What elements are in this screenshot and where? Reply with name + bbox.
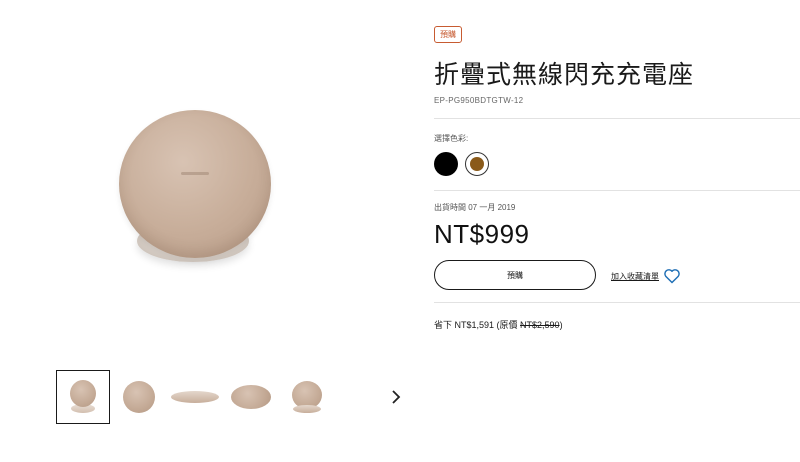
original-price: NT$2,590	[520, 320, 560, 330]
color-swatch-black[interactable]	[434, 152, 458, 176]
product-price: NT$999	[434, 219, 530, 249]
main-product-image	[105, 92, 285, 282]
wishlist-label: 加入收藏清單	[611, 271, 659, 281]
thumbnail-1[interactable]	[56, 370, 110, 424]
color-selector-label: 選擇色彩:	[434, 134, 469, 143]
charger-pad-shape	[119, 110, 271, 258]
preorder-badge: 預購	[434, 26, 462, 43]
preorder-button[interactable]: 預購	[434, 260, 596, 290]
thumbnail-image	[171, 391, 219, 403]
thumbnail-4[interactable]	[224, 370, 278, 424]
color-swatch-gold[interactable]	[465, 152, 489, 176]
thumbnail-image	[123, 381, 155, 413]
thumbnail-image	[289, 381, 325, 413]
thumbnail-image	[231, 385, 271, 409]
thumbnail-image	[68, 380, 98, 414]
add-to-wishlist-link[interactable]: 加入收藏清單	[611, 265, 681, 287]
product-page: 預購 折疊式無線閃充充電座 EP-PG950BDTGTW-12 選擇色彩: 出貨…	[0, 0, 800, 462]
thumbnail-3[interactable]	[168, 370, 222, 424]
savings-prefix: 省下 NT$1,591 (原價	[434, 320, 521, 330]
savings-suffix: )	[559, 320, 563, 330]
chevron-right-icon	[392, 390, 401, 404]
product-sku: EP-PG950BDTGTW-12	[434, 96, 524, 105]
thumbnail-5[interactable]	[280, 370, 334, 424]
heart-icon	[664, 269, 680, 284]
swatch-fill	[470, 157, 484, 171]
divider	[434, 302, 800, 303]
next-thumbnail-button[interactable]	[386, 385, 406, 409]
product-title: 折疊式無線閃充充電座	[434, 61, 695, 89]
divider	[434, 118, 800, 119]
brand-mark	[181, 172, 209, 175]
shipping-date: 出貨時間 07 一月 2019	[434, 203, 516, 212]
savings-text: 省下 NT$1,591 (原價 NT$2,590)	[434, 318, 563, 331]
divider	[434, 190, 800, 191]
thumbnail-2[interactable]	[112, 370, 166, 424]
